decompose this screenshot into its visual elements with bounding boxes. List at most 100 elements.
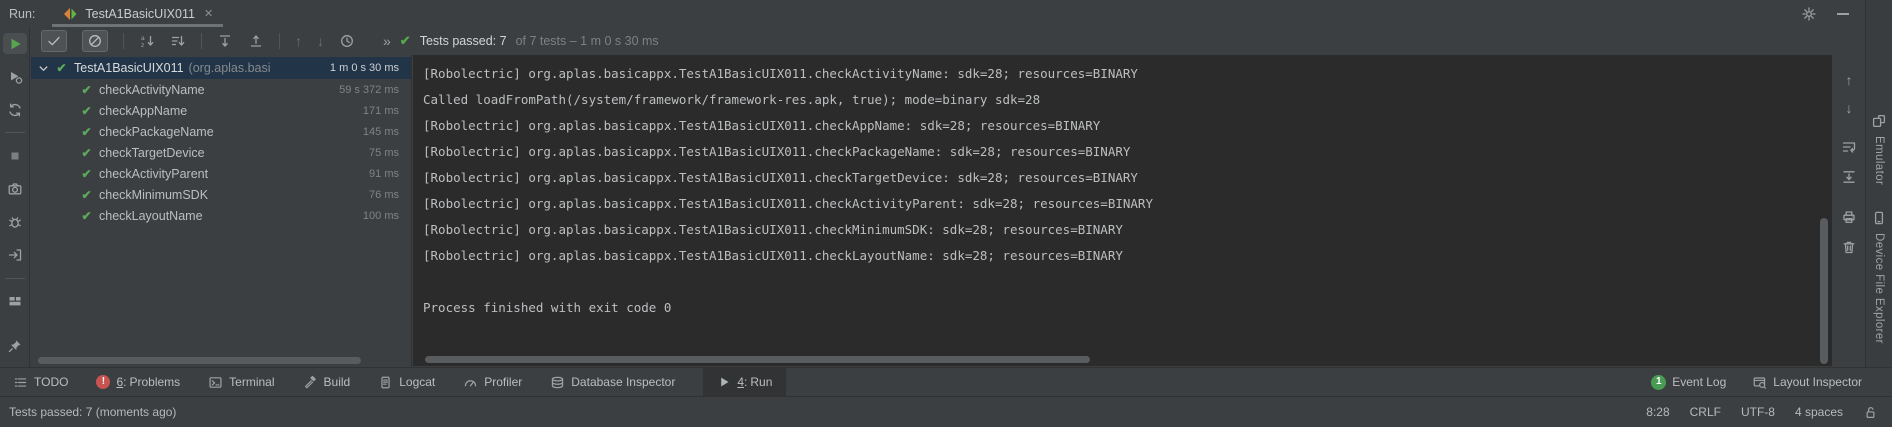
tool-window-problems[interactable]: ! 6:Problems — [96, 368, 180, 396]
more-actions-chevrons-icon[interactable]: » — [383, 33, 391, 49]
toolbar-divider — [201, 33, 202, 49]
test-history-clock-icon[interactable] — [339, 33, 355, 49]
todo-list-icon — [13, 375, 28, 390]
test-duration: 76 ms — [369, 189, 399, 201]
gear-icon[interactable] — [1801, 6, 1817, 22]
test-duration: 145 ms — [363, 126, 399, 138]
run-config-tab[interactable]: TestA1BasicUIX011 ✕ — [52, 0, 223, 27]
sidebar-item-emulator[interactable]: Emulator — [1866, 113, 1892, 185]
run-play-icon — [717, 375, 731, 389]
console-line: [Robolectric] org.aplas.basicappx.TestA1… — [423, 217, 1832, 243]
tool-window-database-inspector[interactable]: Database Inspector — [550, 368, 675, 396]
pin-tab-icon[interactable] — [3, 336, 27, 357]
test-passed-check-icon: ✔ — [79, 83, 94, 97]
test-tree-row[interactable]: ✔ checkAppName 171 ms — [31, 100, 411, 121]
rerun-button[interactable] — [3, 33, 27, 54]
console-line: [Robolectric] org.aplas.basicappx.TestA1… — [423, 61, 1832, 87]
clear-console-trash-icon[interactable] — [1841, 239, 1857, 255]
print-icon[interactable] — [1841, 209, 1857, 225]
toolbar-divider — [5, 278, 25, 279]
unlock-icon[interactable] — [1863, 405, 1878, 420]
summary-detail-text: of 7 tests – 1 m 0 s 30 ms — [516, 34, 659, 48]
problems-error-icon: ! — [96, 375, 110, 389]
test-suite-row[interactable]: ✔ TestA1BasicUIX011 (org.aplas.basi 1 m … — [31, 57, 411, 79]
up-stacktrace-icon[interactable]: ↑ — [1846, 73, 1853, 87]
tool-window-run[interactable]: 4:Run — [703, 368, 786, 396]
layout-inspector-button[interactable]: Layout Inspector — [1752, 375, 1862, 390]
event-log-button[interactable]: 1 Event Log — [1651, 375, 1726, 390]
test-duration: 100 ms — [363, 210, 399, 222]
tool-window-terminal[interactable]: Terminal — [208, 368, 274, 396]
console-horizontal-scrollbar[interactable] — [425, 356, 1090, 363]
tree-horizontal-scrollbar[interactable] — [38, 357, 361, 364]
test-passed-check-icon: ✔ — [79, 104, 94, 118]
restore-layout-icon[interactable] — [3, 291, 27, 312]
indent-widget[interactable]: 4 spaces — [1795, 405, 1843, 419]
line-ending-widget[interactable]: CRLF — [1690, 405, 1721, 419]
show-passed-filter-button[interactable] — [41, 30, 67, 52]
svg-text:z: z — [141, 42, 144, 49]
test-tree-row[interactable]: ✔ checkPackageName 145 ms — [31, 121, 411, 142]
database-inspector-label: Database Inspector — [571, 375, 675, 389]
debug-bug-icon[interactable] — [3, 212, 27, 233]
thread-dump-camera-icon[interactable] — [3, 178, 27, 199]
console-toolbar: ↑ ↓ — [1832, 55, 1866, 366]
console-line: Called loadFromPath(/system/framework/fr… — [423, 87, 1832, 113]
hide-tool-window-icon[interactable] — [1837, 13, 1849, 15]
profiler-gauge-icon — [463, 375, 478, 390]
test-tree-row[interactable]: ✔ checkActivityParent 91 ms — [31, 163, 411, 184]
test-tree-row[interactable]: ✔ checkActivityName 59 s 372 ms — [31, 79, 411, 100]
close-tab-icon[interactable]: ✕ — [204, 7, 213, 20]
test-name: checkMinimumSDK — [99, 188, 208, 202]
console-line: [Robolectric] org.aplas.basicappx.TestA1… — [423, 113, 1832, 139]
test-name: checkAppName — [99, 104, 187, 118]
sort-by-duration-icon[interactable] — [170, 33, 186, 49]
previous-failed-test-icon[interactable]: ↑ — [295, 34, 302, 48]
run-label: Run: — [9, 7, 35, 21]
test-passed-check-icon: ✔ — [79, 146, 94, 160]
rerun-failed-tests-button[interactable] — [3, 66, 27, 87]
test-tree-row[interactable]: ✔ checkMinimumSDK 76 ms — [31, 184, 411, 205]
test-runner-toolbar: a z ↑ ↓ » ✔ Tests passed: 7 of 7 tests –… — [31, 27, 1865, 55]
suite-duration: 1 m 0 s 30 ms — [330, 62, 399, 74]
status-message[interactable]: Tests passed: 7 (moments ago) — [9, 405, 176, 419]
tool-window-logcat[interactable]: Logcat — [378, 368, 435, 396]
suite-name: TestA1BasicUIX011 — [74, 61, 184, 75]
collapse-all-icon[interactable] — [248, 33, 264, 49]
console-vertical-scrollbar[interactable] — [1820, 218, 1828, 364]
down-stacktrace-icon[interactable]: ↓ — [1846, 101, 1853, 115]
test-name: checkTargetDevice — [99, 146, 205, 160]
terminal-icon — [208, 375, 223, 390]
test-tree-row[interactable]: ✔ checkTargetDevice 75 ms — [31, 142, 411, 163]
console-line: [Robolectric] org.aplas.basicappx.TestA1… — [423, 243, 1832, 269]
next-failed-test-icon[interactable]: ↓ — [317, 34, 324, 48]
tool-window-profiler[interactable]: Profiler — [463, 368, 522, 396]
scroll-to-end-icon[interactable] — [1841, 169, 1857, 185]
sort-alphabetically-icon[interactable]: a z — [139, 33, 155, 49]
expand-all-icon[interactable] — [217, 33, 233, 49]
tool-window-bar: TODO ! 6:Problems Terminal Build — [0, 367, 1892, 396]
tool-window-todo[interactable]: TODO — [13, 368, 68, 396]
test-tree-row[interactable]: ✔ checkLayoutName 100 ms — [31, 205, 411, 226]
android-test-config-icon — [62, 6, 78, 22]
stop-button[interactable] — [3, 145, 27, 166]
console-output[interactable]: [Robolectric] org.aplas.basicappx.TestA1… — [413, 55, 1832, 366]
import-tests-icon[interactable] — [3, 245, 27, 266]
soft-wrap-icon[interactable] — [1841, 139, 1857, 155]
encoding-widget[interactable]: UTF-8 — [1741, 405, 1775, 419]
chevron-down-icon[interactable] — [38, 63, 49, 74]
toggle-auto-test-button[interactable] — [3, 99, 27, 120]
console-line: [Robolectric] org.aplas.basicappx.TestA1… — [423, 191, 1832, 217]
logcat-icon — [378, 375, 393, 390]
status-bar: Tests passed: 7 (moments ago) 8:28 CRLF … — [0, 396, 1892, 427]
test-duration: 171 ms — [363, 105, 399, 117]
database-icon — [550, 375, 565, 390]
sidebar-item-device-file-explorer[interactable]: Device File Explorer — [1866, 210, 1892, 344]
test-duration: 75 ms — [369, 147, 399, 159]
show-ignored-filter-button[interactable] — [82, 30, 108, 52]
caret-position-widget[interactable]: 8:28 — [1646, 405, 1669, 419]
device-file-explorer-label: Device File Explorer — [1873, 233, 1885, 344]
tool-window-build[interactable]: Build — [303, 368, 351, 396]
console-line — [423, 269, 1832, 295]
tab-bar-actions — [1801, 6, 1849, 22]
